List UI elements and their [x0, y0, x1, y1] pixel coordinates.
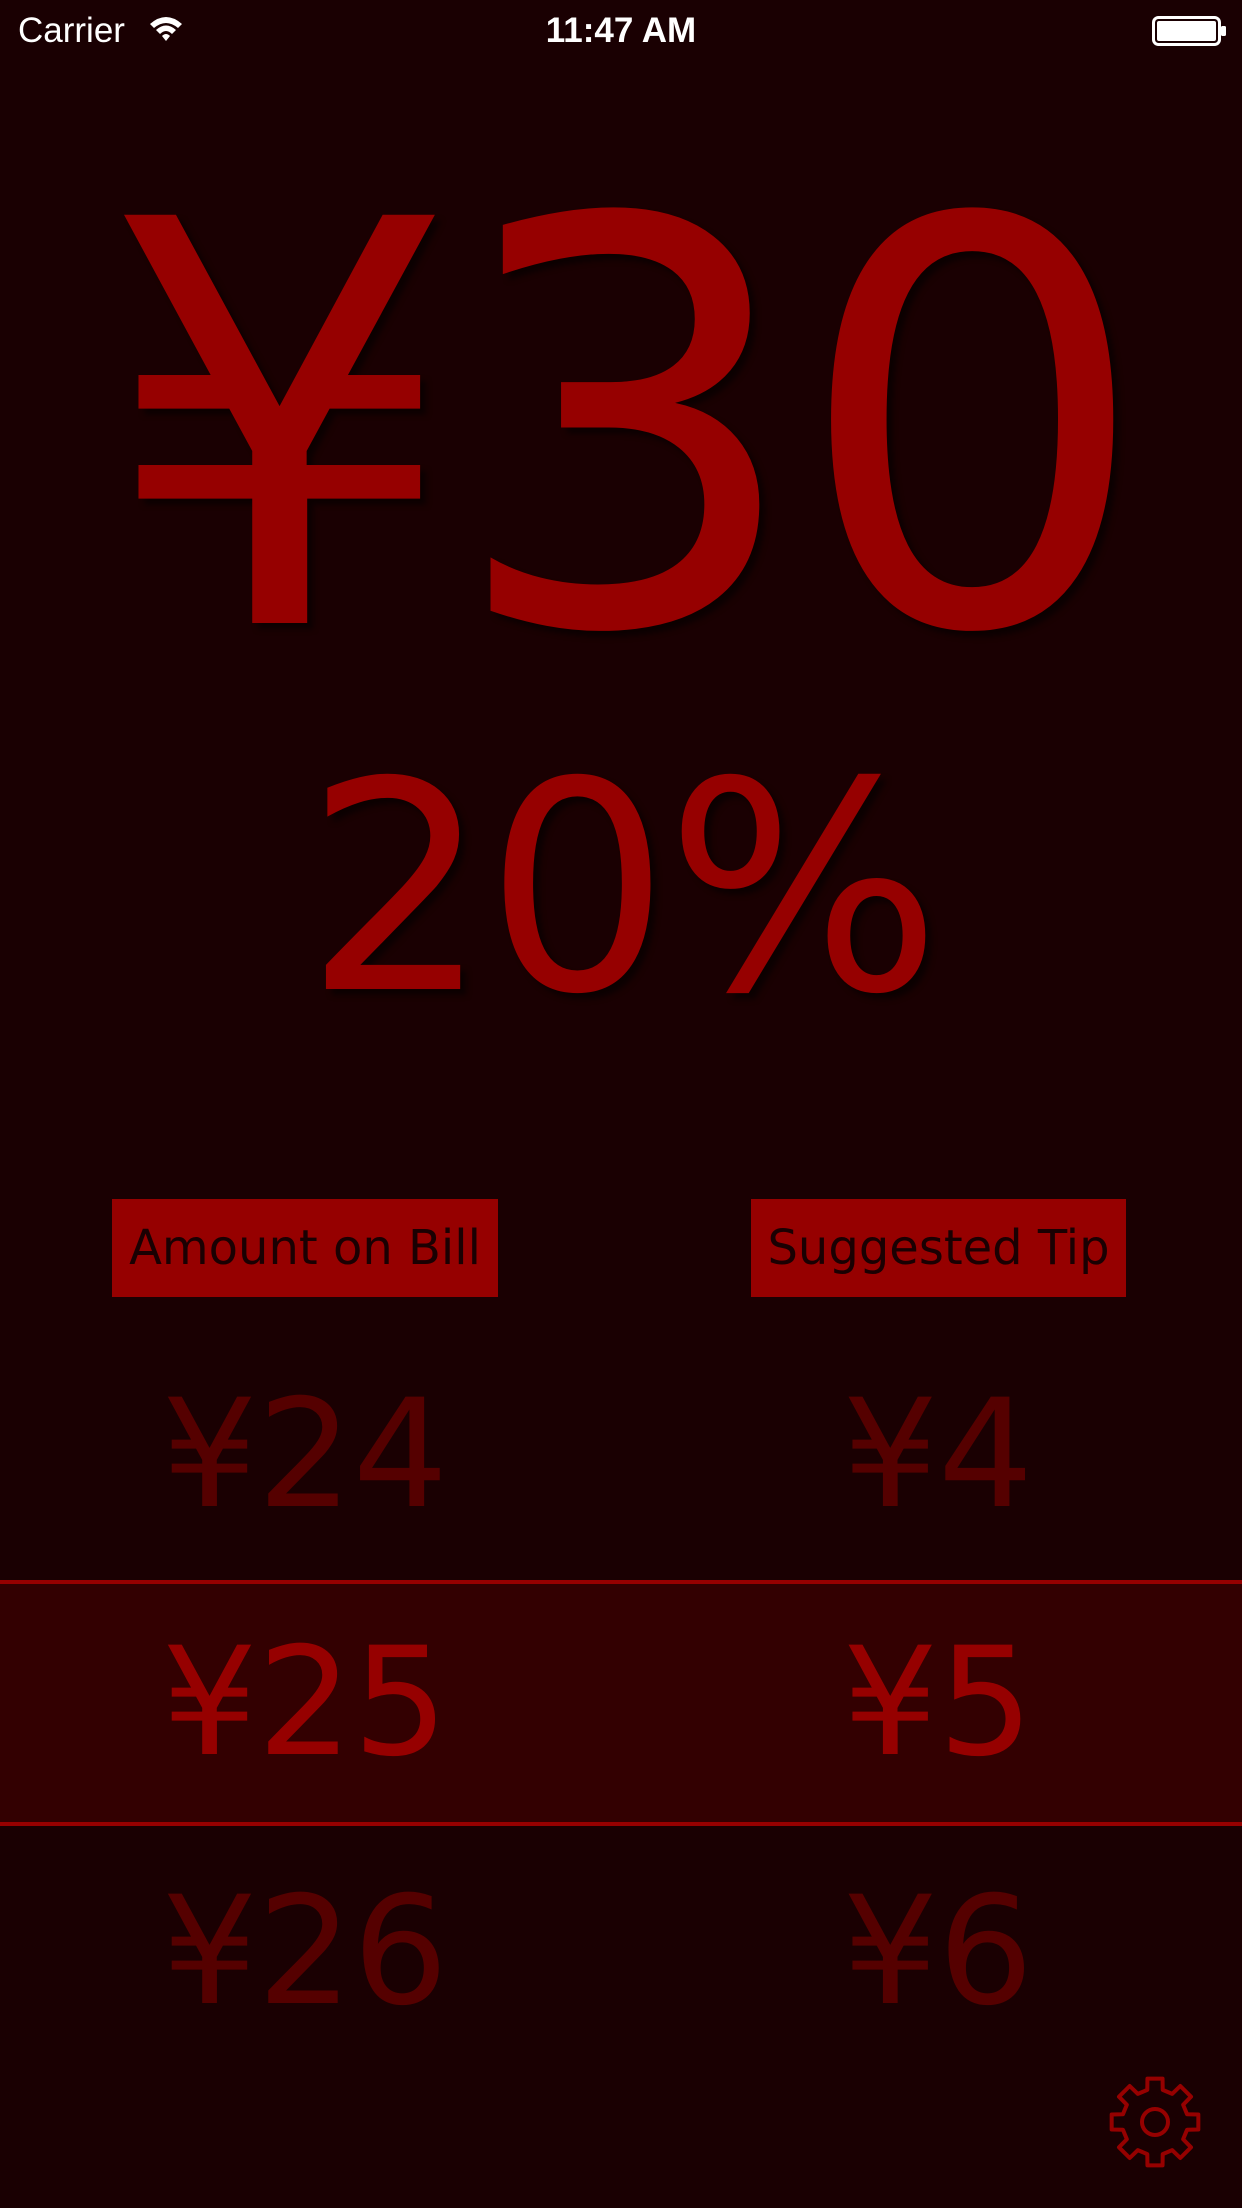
status-bar: Carrier 11:47 AM: [0, 0, 1242, 60]
tip-percent-display: 20%: [304, 721, 942, 1058]
amount-option[interactable]: ¥24: [105, 1365, 505, 1545]
tip-option[interactable]: ¥6: [738, 1862, 1138, 2042]
picker-row[interactable]: ¥24 ¥4: [0, 1365, 1242, 1545]
amount-option[interactable]: ¥26: [105, 1862, 505, 2042]
tip-option-selected[interactable]: ¥5: [738, 1613, 1138, 1793]
picker-row-selected[interactable]: ¥25 ¥5: [0, 1613, 1242, 1793]
amount-on-bill-label: Amount on Bill: [112, 1199, 498, 1297]
battery-icon: [1152, 16, 1226, 46]
amount-option-selected[interactable]: ¥25: [105, 1613, 505, 1793]
clock: 11:47 AM: [545, 11, 697, 50]
tip-option[interactable]: ¥4: [738, 1365, 1138, 1545]
total-amount-display: ¥30: [101, 104, 1151, 756]
suggested-tip-label: Suggested Tip: [751, 1199, 1126, 1297]
picker-row[interactable]: ¥26 ¥6: [0, 1862, 1242, 2042]
gear-icon[interactable]: [1107, 2074, 1203, 2170]
